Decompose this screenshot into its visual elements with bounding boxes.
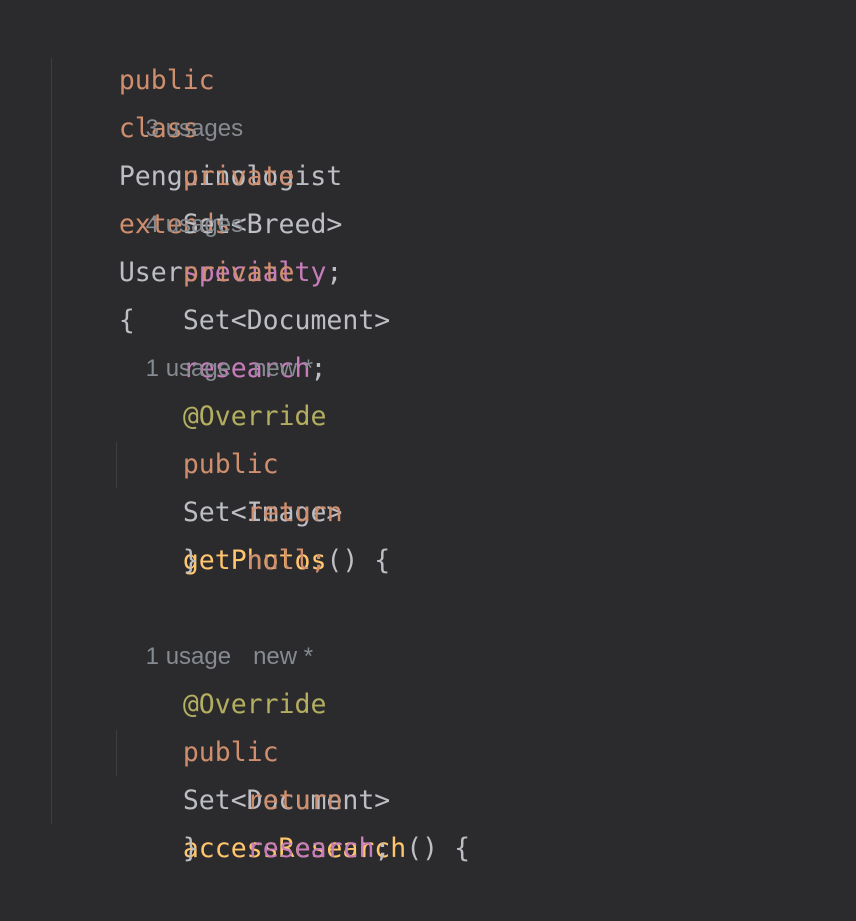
close-brace: } (182, 833, 199, 864)
indent-guide-method2 (116, 730, 117, 776)
private-keyword: private (182, 257, 295, 288)
method-accessresearch-close[interactable]: } (119, 777, 199, 864)
usages-hint-getphotos[interactable]: 1 usage new * (119, 297, 313, 382)
null-literal: null; (246, 545, 327, 576)
override-annotation-line[interactable]: @Override (119, 633, 327, 720)
method-getphotos-close[interactable]: } (119, 489, 199, 576)
usages-hint-accessresearch[interactable]: 1 usage new * (119, 585, 313, 670)
method-getphotos-signature[interactable]: public Set<Image> getPhotos() { (119, 393, 390, 576)
override-annotation-line[interactable]: @Override (119, 345, 327, 432)
method-accessresearch-signature[interactable]: public Set<Document> accessResearch() { (119, 681, 470, 864)
signature-rest: () { (406, 833, 471, 864)
indent-guide-class (51, 58, 52, 824)
signature-rest: () { (326, 545, 391, 576)
class-declaration-line[interactable]: public class Penguinologist extends User… (55, 9, 342, 336)
field-research-line[interactable]: private Set<Document> research; (119, 201, 390, 384)
return-keyword: return (246, 785, 343, 816)
method-getphotos-body[interactable]: return null; (183, 441, 343, 576)
return-keyword: return (246, 497, 343, 528)
method-accessresearch-body[interactable]: return research; (183, 729, 391, 864)
semicolon: ; (374, 833, 391, 864)
field-specialty-line[interactable]: private Set<Breed> specialty; (119, 105, 343, 288)
indent-guide-method1 (116, 442, 117, 488)
close-brace: } (182, 545, 199, 576)
usages-hint-specialty[interactable]: 3 usages (119, 57, 243, 142)
semicolon: ; (326, 257, 343, 288)
research-field-ref: research (246, 833, 375, 864)
code-editor[interactable]: public class Penguinologist extends User… (0, 0, 856, 864)
usages-hint-research[interactable]: 4 usages (119, 153, 243, 238)
